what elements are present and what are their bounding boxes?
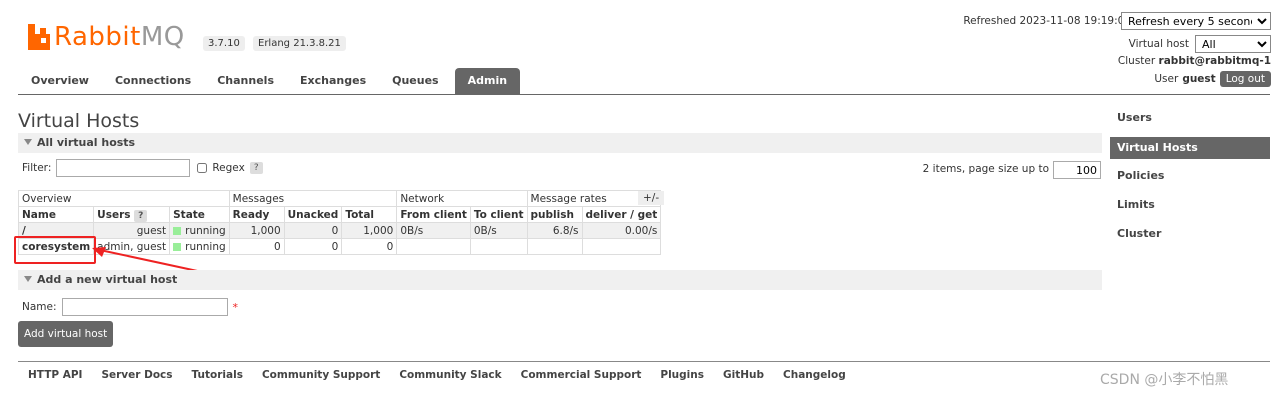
col-deliver-get[interactable]: deliver / get [581,206,662,223]
vhost-unacked: 0 [283,222,343,239]
tab-admin[interactable]: Admin [454,68,521,94]
regex-help-icon[interactable]: ? [249,162,263,174]
regex-label: Regex [212,162,245,174]
col-to-client[interactable]: To client [469,206,528,223]
col-from-client[interactable]: From client [396,206,471,223]
vhost-publish-rate: 6.8/s [526,222,583,239]
erlang-version-badge: Erlang 21.3.8.21 [253,36,346,51]
refreshed-timestamp: Refreshed 2023-11-08 19:19:05 [963,15,1131,27]
group-header-messages: Messages [228,190,398,207]
regex-checkbox[interactable] [197,163,208,173]
name-row: Name: * [22,298,238,316]
vhost-to-client: 0B/s [469,222,528,239]
sidebar-item-policies[interactable]: Policies [1110,166,1270,195]
vhost-state: running [169,222,230,239]
vhost-to-client [469,238,528,255]
main-tabs: Overview Connections Channels Exchanges … [18,68,521,94]
tab-queues[interactable]: Queues [379,68,451,94]
col-users[interactable]: Users ? [93,206,171,223]
all-vhosts-section-header[interactable]: All virtual hosts [18,133,1102,153]
group-header-overview: Overview [18,190,230,207]
vhost-users: guest [93,222,171,239]
name-label: Name: [22,301,57,313]
vhost-publish-rate [526,238,583,255]
column-toggle-button[interactable]: +/- [638,191,665,205]
footer-link-server-docs[interactable]: Server Docs [101,369,172,381]
collapse-triangle-icon [24,276,32,282]
footer-link-tutorials[interactable]: Tutorials [192,369,243,381]
sidebar-item-virtual-hosts[interactable]: Virtual Hosts [1110,137,1270,159]
tab-overview[interactable]: Overview [18,68,102,94]
vhost-total: 1,000 [341,222,398,239]
footer-link-commercial-support[interactable]: Commercial Support [521,369,642,381]
vhost-total: 0 [341,238,398,255]
refresh-interval-select[interactable]: Refresh every 5 seconds [1121,12,1271,30]
users-help-icon[interactable]: ? [134,209,148,222]
tab-channels[interactable]: Channels [204,68,287,94]
vhost-from-client: 0B/s [396,222,471,239]
user-info: User guest Log out [1154,71,1271,87]
rabbit-logo-icon [28,24,50,50]
watermark: CSDN @小李不怕黑 [1100,372,1229,388]
footer-link-plugins[interactable]: Plugins [660,369,704,381]
table-row: / guest running 1,000 0 1,000 0B/s 0B/s … [17,222,662,239]
collapse-triangle-icon [24,139,32,145]
sidebar-item-cluster[interactable]: Cluster [1110,224,1270,253]
col-total[interactable]: Total [341,206,398,223]
admin-sidebar: Users Virtual Hosts Policies Limits Clus… [1110,108,1270,253]
tab-divider [18,94,1270,95]
filter-label: Filter: [22,162,52,174]
filter-row: Filter: Regex ? [22,159,263,177]
footer-link-github[interactable]: GitHub [723,369,764,381]
vhost-ready: 0 [228,238,285,255]
col-state[interactable]: State [169,206,230,223]
rabbitmq-logo[interactable]: RabbitMQ [28,20,185,50]
tab-connections[interactable]: Connections [102,68,204,94]
tab-exchanges[interactable]: Exchanges [287,68,379,94]
footer-divider [18,361,1270,362]
col-unacked[interactable]: Unacked [283,206,343,223]
vhost-deliver-rate [581,238,662,255]
footer-links: HTTP API Server Docs Tutorials Community… [28,369,846,381]
cluster-info: Cluster rabbit@rabbitmq-1 [1117,55,1271,67]
group-header-network: Network [396,190,528,207]
vhost-name-input[interactable] [61,298,228,316]
vhost-unacked: 0 [283,238,343,255]
add-vhost-section-header[interactable]: Add a new virtual host [18,270,1102,290]
footer-link-http-api[interactable]: HTTP API [28,369,82,381]
sidebar-item-users[interactable]: Users [1110,108,1270,137]
page-size-text: 2 items, page size up to [922,163,1049,175]
highlight-box [14,236,96,264]
vhost-from-client [396,238,471,255]
running-status-icon [173,226,182,235]
logout-button[interactable]: Log out [1219,71,1271,87]
add-virtual-host-button[interactable]: Add virtual host [18,321,114,347]
filter-input[interactable] [56,159,191,177]
virtual-host-select[interactable]: All [1195,35,1271,53]
required-marker: * [232,300,239,314]
footer-link-community-slack[interactable]: Community Slack [399,369,501,381]
col-ready[interactable]: Ready [228,206,285,223]
col-publish[interactable]: publish [526,206,583,223]
page-title: Virtual Hosts [18,110,140,132]
vhost-ready: 1,000 [228,222,285,239]
sidebar-item-limits[interactable]: Limits [1110,195,1270,224]
page-size-input[interactable] [1053,161,1101,179]
col-name[interactable]: Name [17,206,95,223]
version-badge: 3.7.10 [203,36,245,51]
footer-link-changelog[interactable]: Changelog [783,369,846,381]
footer-link-community-support[interactable]: Community Support [262,369,380,381]
vhost-deliver-rate: 0.00/s [581,222,662,239]
logo-wordmark: RabbitMQ [54,22,185,52]
virtual-host-label: Virtual host [1128,38,1189,50]
